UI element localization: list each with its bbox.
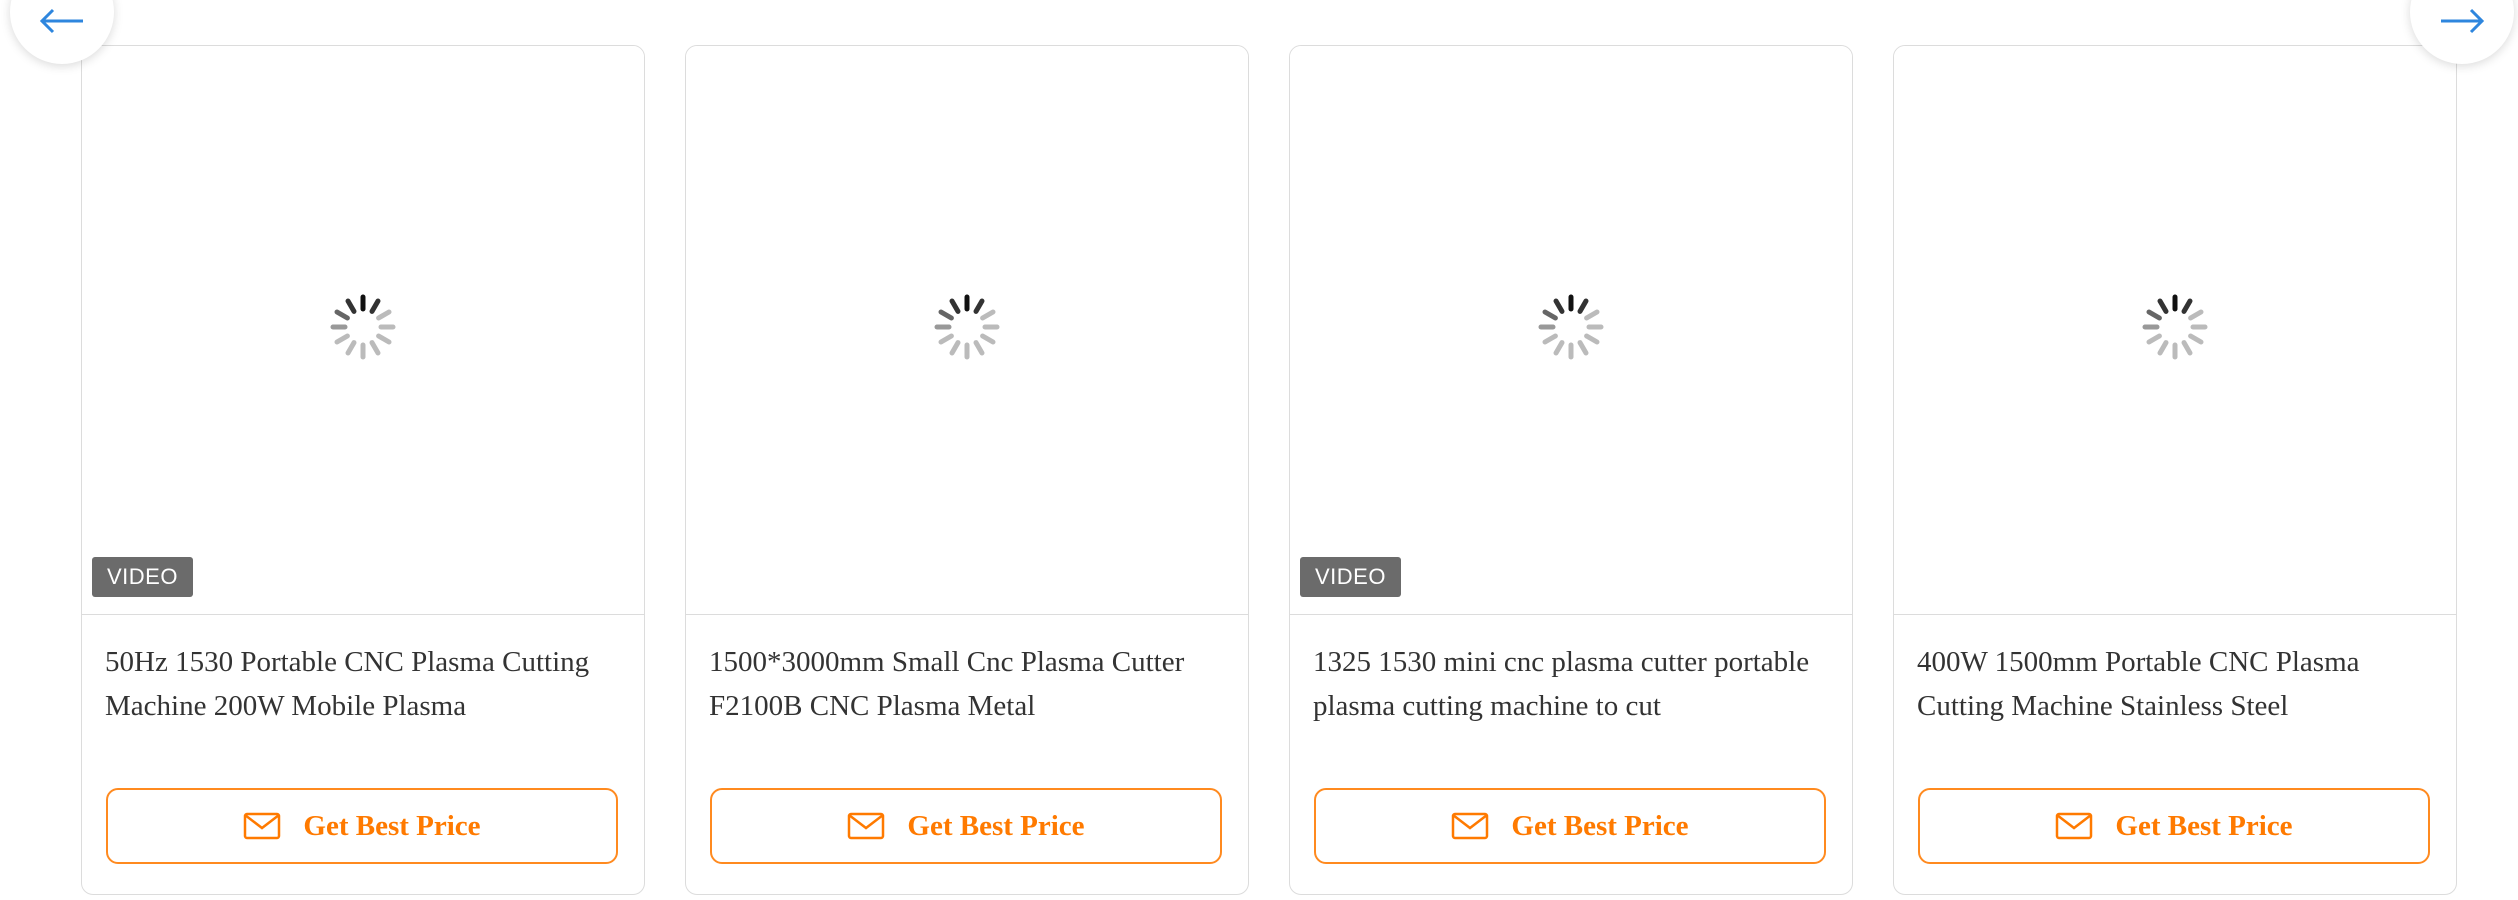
video-badge: VIDEO (92, 557, 193, 597)
get-best-price-button[interactable]: Get Best Price (710, 788, 1222, 864)
product-title[interactable]: 50Hz 1530 Portable CNC Plasma Cutting Ma… (105, 640, 625, 728)
product-card[interactable]: 400W 1500mm Portable CNC Plasma Cutting … (1893, 45, 2457, 895)
product-image-area[interactable]: VIDEO (1290, 46, 1852, 615)
arrow-right-icon (2439, 7, 2485, 40)
mail-icon (847, 812, 885, 840)
mail-icon (2055, 812, 2093, 840)
product-carousel: VIDEO 50Hz 1530 Portable CNC Plasma Cutt… (0, 0, 2518, 900)
loading-spinner-icon (933, 293, 1001, 361)
get-best-price-button[interactable]: Get Best Price (1314, 788, 1826, 864)
video-badge: VIDEO (1300, 557, 1401, 597)
loading-spinner-icon (1537, 293, 1605, 361)
mail-icon (243, 812, 281, 840)
get-best-price-label: Get Best Price (2115, 809, 2293, 842)
product-image-area[interactable]: VIDEO (82, 46, 644, 615)
mail-icon (1451, 812, 1489, 840)
product-card[interactable]: VIDEO 1325 1530 mini cnc plasma cutter p… (1289, 45, 1853, 895)
arrow-left-icon (39, 7, 85, 40)
product-title[interactable]: 1500*3000mm Small Cnc Plasma Cutter F210… (709, 640, 1229, 728)
get-best-price-label: Get Best Price (1511, 809, 1689, 842)
get-best-price-button[interactable]: Get Best Price (1918, 788, 2430, 864)
product-title[interactable]: 1325 1530 mini cnc plasma cutter portabl… (1313, 640, 1833, 728)
product-card[interactable]: 1500*3000mm Small Cnc Plasma Cutter F210… (685, 45, 1249, 895)
loading-spinner-icon (2141, 293, 2209, 361)
get-best-price-label: Get Best Price (907, 809, 1085, 842)
loading-spinner-icon (329, 293, 397, 361)
get-best-price-label: Get Best Price (303, 809, 481, 842)
get-best-price-button[interactable]: Get Best Price (106, 788, 618, 864)
product-image-area[interactable] (686, 46, 1248, 615)
product-card[interactable]: VIDEO 50Hz 1530 Portable CNC Plasma Cutt… (81, 45, 645, 895)
product-title[interactable]: 400W 1500mm Portable CNC Plasma Cutting … (1917, 640, 2437, 728)
product-image-area[interactable] (1894, 46, 2456, 615)
